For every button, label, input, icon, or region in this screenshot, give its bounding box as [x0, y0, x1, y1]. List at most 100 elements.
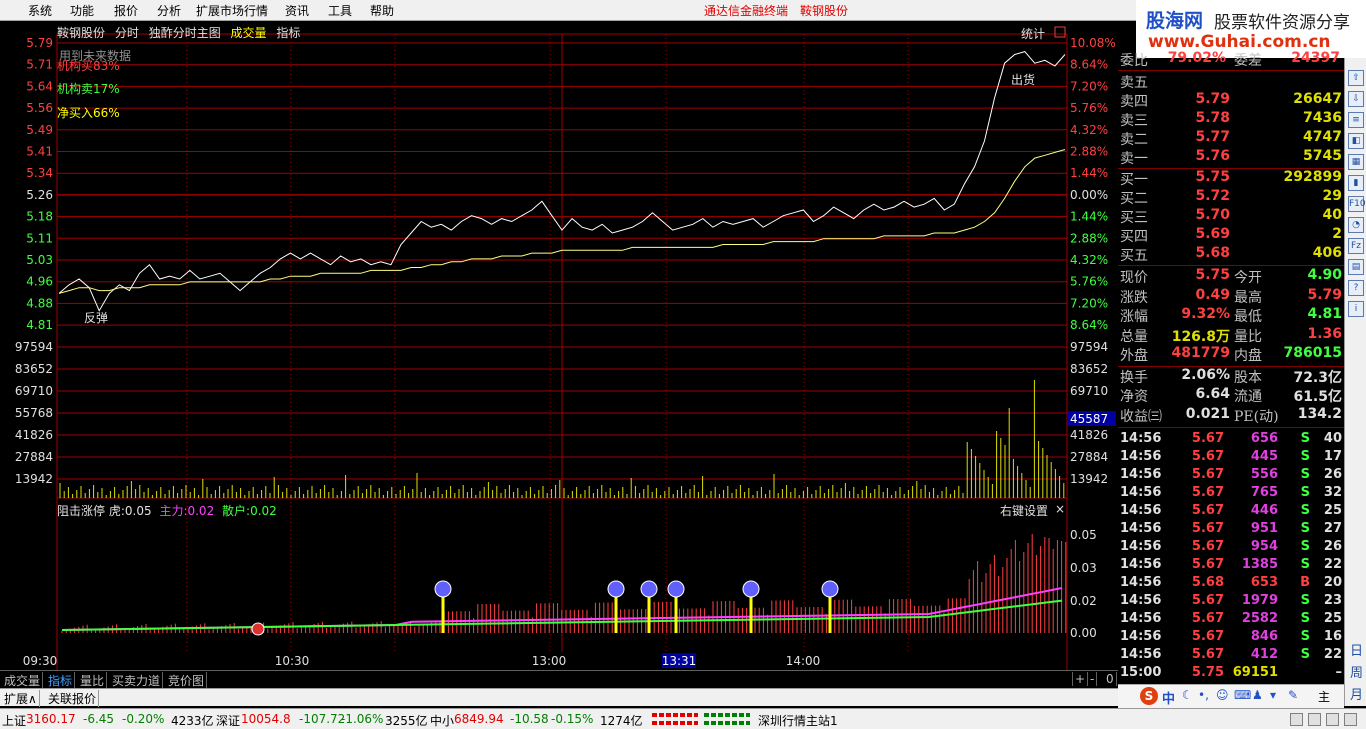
pie-icon[interactable]: ◔	[1348, 217, 1364, 233]
tab-indicator[interactable]: 指标	[46, 672, 76, 689]
list-icon[interactable]: ≡	[1348, 112, 1364, 128]
menu-quote[interactable]: 报价	[114, 2, 138, 19]
menu-function[interactable]: 功能	[70, 2, 94, 19]
tick-volume: 954	[1250, 539, 1278, 554]
tick-row[interactable]: 14:56 5.67 2582 S 25	[1120, 611, 1344, 630]
tick-row[interactable]: 14:56 5.67 656 S 40	[1120, 431, 1344, 450]
tick-side: B	[1300, 575, 1310, 590]
bid-row: 买一 5.75 292899	[1120, 169, 1344, 188]
stats-icon[interactable]: ▤	[1348, 259, 1364, 275]
volume-axis-label-right: 41826	[1070, 428, 1108, 442]
info-icon[interactable]: i	[1348, 301, 1364, 317]
menu-news[interactable]: 资讯	[285, 2, 309, 19]
menu-help[interactable]: 帮助	[370, 2, 394, 19]
tick-count: 26	[1323, 467, 1342, 482]
tab-volume-ratio[interactable]: 量比	[78, 672, 108, 689]
tick-row[interactable]: 14:56 5.67 1385 S 22	[1120, 557, 1344, 576]
ime-shirt-icon[interactable]: ▾	[1270, 688, 1276, 702]
ime-moon-icon[interactable]: ☾	[1182, 688, 1193, 702]
tick-price: 5.67	[1191, 503, 1224, 518]
ime-tools-icon[interactable]: ✎	[1288, 688, 1298, 702]
chart-mode-intraday[interactable]: 分时	[115, 26, 139, 40]
menu-tools[interactable]: 工具	[328, 2, 352, 19]
intraday-chart[interactable]: 5.79 10.08% 5.71 8.64% 5.64 7.20% 5.56 5.76% 5.4…	[0, 22, 1118, 670]
tick-price: 5.67	[1191, 485, 1224, 500]
tick-row[interactable]: 14:56 5.68 653 B 20	[1120, 575, 1344, 594]
ime-lang-icon[interactable]: 中	[1162, 688, 1175, 707]
period-2-button[interactable]: 月	[1350, 684, 1363, 703]
help-icon[interactable]: ?	[1348, 280, 1364, 296]
right-click-settings[interactable]: 右键设置	[1000, 502, 1048, 519]
status-item: -0.20%	[122, 712, 165, 726]
ime-keyboard-icon[interactable]: ⌨	[1234, 688, 1251, 702]
chart-indicator-toggle[interactable]: 指标	[276, 26, 300, 40]
volume-cursor-value: 45587	[1070, 412, 1108, 426]
retail-label: 散户:	[222, 504, 251, 518]
signal-icon	[640, 580, 658, 598]
network-icon[interactable]	[1326, 713, 1339, 726]
zoom-out-button[interactable]: -	[1088, 672, 1098, 686]
tick-row[interactable]: 14:56 5.67 951 S 27	[1120, 521, 1344, 540]
tick-row[interactable]: 14:56 5.67 1979 S 23	[1120, 593, 1344, 612]
net-buy-label: 净买入66%	[57, 106, 120, 120]
tab-extend[interactable]: 扩展∧	[2, 690, 40, 707]
stats-button[interactable]: 统计	[1021, 25, 1045, 42]
tab-auction[interactable]: 竞价图	[166, 672, 208, 689]
terminal-title-link[interactable]: 通达信金融终端	[704, 2, 788, 19]
down-arrow-icon[interactable]: ⇩	[1348, 91, 1364, 107]
period-0-button[interactable]: 日	[1350, 640, 1363, 659]
zoom-in-button[interactable]: +	[1072, 672, 1089, 686]
zoom-reset-button[interactable]: 0	[1104, 672, 1117, 686]
chart-canvas[interactable]: 5.79 10.08% 5.71 8.64% 5.64 7.20% 5.56 5.76% 5.4…	[0, 22, 1118, 670]
tick-row[interactable]: 14:56 5.67 446 S 25	[1120, 503, 1344, 522]
menu-analysis[interactable]: 分析	[157, 2, 181, 19]
tick-row[interactable]: 14:56 5.67 846 S 16	[1120, 629, 1344, 648]
order-ratio-value: 79.02%	[1167, 50, 1226, 66]
period-1-button[interactable]: 周	[1350, 662, 1363, 681]
quote-label: 股本	[1234, 369, 1262, 386]
quote-label: 净资	[1120, 389, 1148, 405]
price-axis-label: 5.49	[26, 123, 53, 137]
f10-icon[interactable]: F10	[1348, 196, 1366, 212]
grid-icon[interactable]: ▦	[1348, 154, 1364, 170]
chart-icon[interactable]: ◧	[1348, 133, 1364, 149]
level-label: 卖一	[1120, 151, 1148, 167]
status-item: 3160.17	[26, 712, 76, 726]
quote-value: 72.3亿	[1293, 369, 1342, 386]
tab-buy-sell-force[interactable]: 买卖力道	[110, 672, 164, 689]
level-volume: 2	[1332, 226, 1342, 242]
up-arrow-icon[interactable]: ⇧	[1348, 70, 1364, 86]
ime-emoji-icon[interactable]: ☺	[1216, 688, 1229, 702]
fz-icon[interactable]: Fz	[1348, 238, 1364, 254]
level-price: 5.78	[1195, 110, 1230, 126]
tick-row[interactable]: 14:56 5.67 412 S 22	[1120, 647, 1344, 666]
window-icon[interactable]	[1308, 713, 1321, 726]
app-icon[interactable]	[1344, 713, 1357, 726]
chart-volume-toggle[interactable]: 成交量	[231, 26, 267, 40]
tick-row[interactable]: 14:56 5.67 556 S 26	[1120, 467, 1344, 486]
tick-row[interactable]: 14:56 5.67 954 S 26	[1120, 539, 1344, 558]
level-volume: 5745	[1303, 148, 1342, 164]
close-indicator-icon[interactable]: ×	[1055, 502, 1065, 516]
volume-axis-label: 97594	[15, 340, 53, 354]
ime-logo-icon[interactable]: S	[1140, 687, 1158, 705]
menu-extended-market[interactable]: 扩展市场行情	[196, 2, 268, 19]
tab-related-quotes[interactable]: 关联报价	[46, 690, 100, 707]
tick-row[interactable]: 14:56 5.67 445 S 17	[1120, 449, 1344, 468]
logo-tagline: 股票软件资源分享	[1214, 13, 1350, 33]
menu-system[interactable]: 系统	[28, 2, 52, 19]
ime-punct-icon[interactable]: •,	[1198, 688, 1209, 702]
chart-main-formula[interactable]: 独酢分时主图	[149, 26, 221, 40]
tick-volume: 556	[1250, 467, 1278, 482]
tick-row[interactable]: 14:56 5.67 765 S 32	[1120, 485, 1344, 504]
candle-icon[interactable]: ▮	[1348, 175, 1364, 191]
tick-volume: 1385	[1241, 557, 1278, 572]
stock-name-link[interactable]: 鞍钢股份	[800, 2, 848, 19]
market-breadth-indicator	[652, 713, 698, 717]
lock-icon[interactable]	[1290, 713, 1303, 726]
tab-volume[interactable]: 成交量	[2, 672, 44, 689]
level-price: 5.75	[1195, 169, 1230, 185]
ime-main-label[interactable]: 主	[1318, 688, 1330, 705]
tick-row[interactable]: 15:00 5.75 69151 –	[1120, 665, 1344, 684]
ime-user-icon[interactable]: ♟	[1252, 688, 1263, 702]
